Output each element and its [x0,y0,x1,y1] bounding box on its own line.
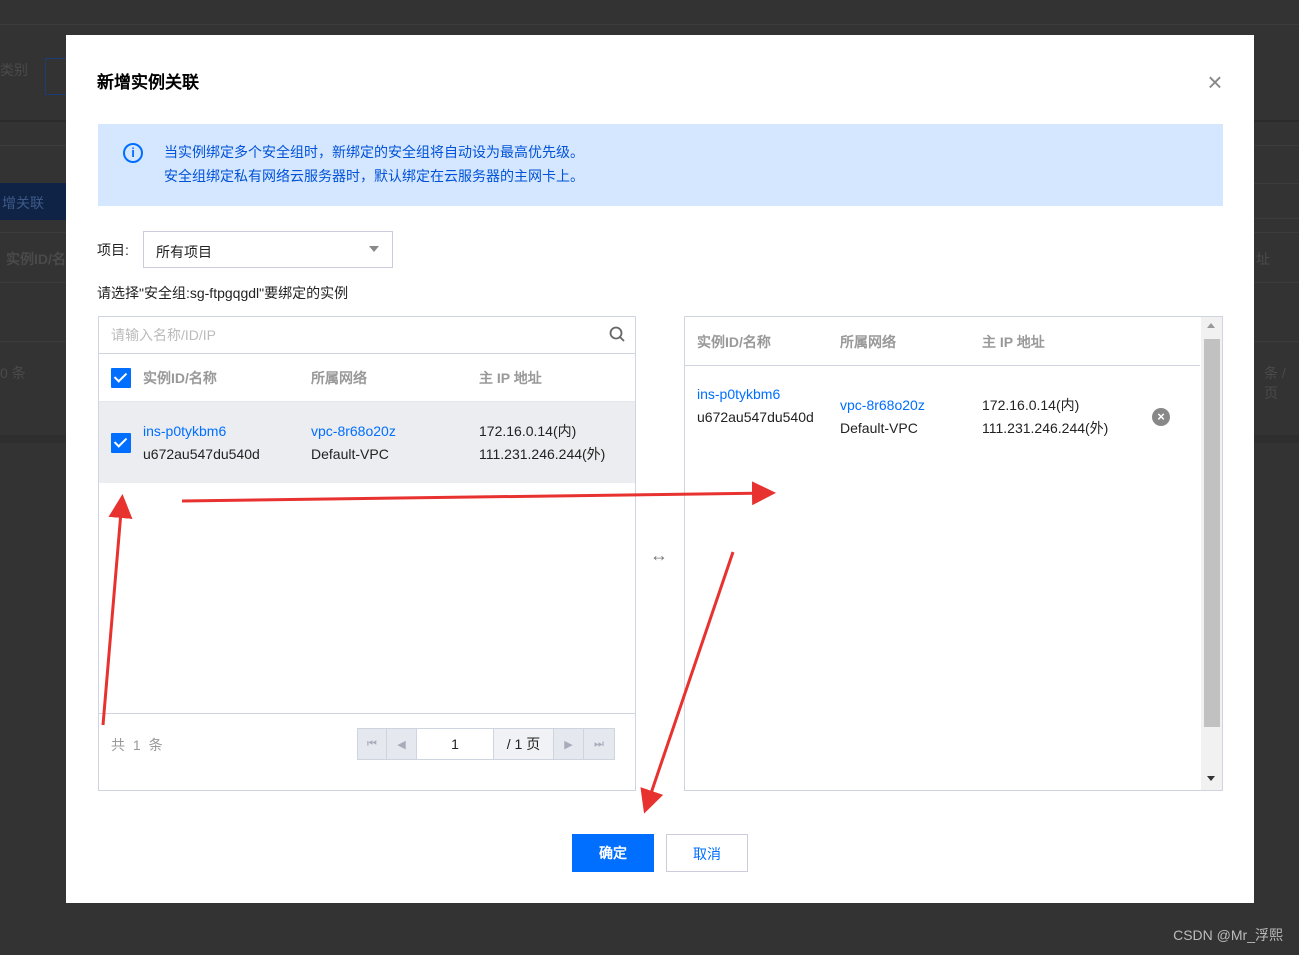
annotation-arrow [101,494,133,726]
annotation-arrows [101,481,776,814]
watermark: CSDN @Mr_浮熙 [1173,927,1283,943]
annotation-arrow [640,551,735,814]
annotation-arrow [181,481,776,506]
